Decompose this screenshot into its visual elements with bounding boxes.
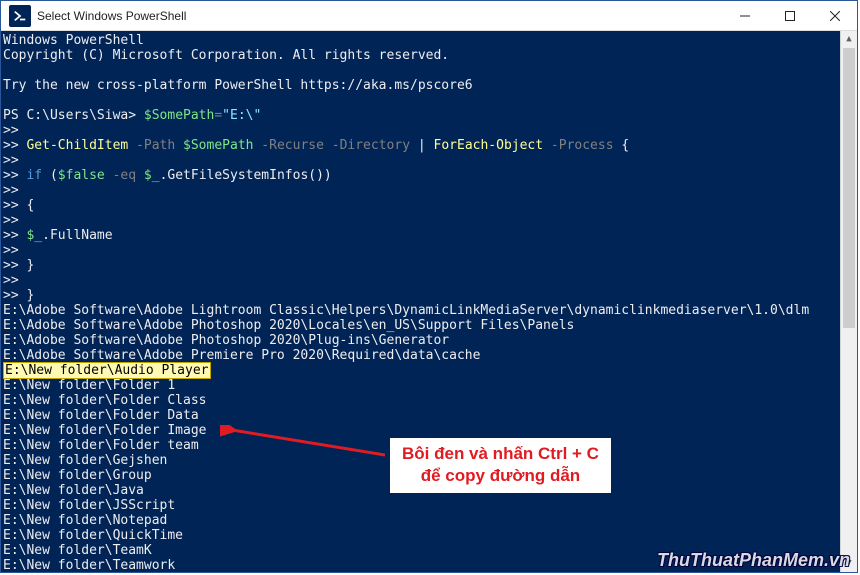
scroll-up-button[interactable]: ▲ xyxy=(841,31,857,48)
minimize-button[interactable] xyxy=(722,1,767,30)
console-output: E:\New folder\Folder Image xyxy=(3,423,838,438)
annotation-line: để copy đường dẫn xyxy=(402,465,599,487)
console-line: Try the new cross-platform PowerShell ht… xyxy=(3,78,838,93)
console-line: >> xyxy=(3,123,838,138)
console-line: >> Get-ChildItem -Path $SomePath -Recurs… xyxy=(3,138,838,153)
annotation-callout: Bôi đen và nhấn Ctrl + C để copy đường d… xyxy=(390,438,611,493)
console-output: E:\New folder\Folder 1 xyxy=(3,378,838,393)
console-line: >> } xyxy=(3,288,838,303)
close-button[interactable] xyxy=(812,1,857,30)
scrollbar-thumb[interactable] xyxy=(843,48,855,328)
console-output: E:\New folder\Folder Class xyxy=(3,393,838,408)
titlebar: Select Windows PowerShell xyxy=(1,1,857,31)
window-controls xyxy=(722,1,857,30)
console-line: >> { xyxy=(3,198,838,213)
window-title: Select Windows PowerShell xyxy=(37,9,722,23)
scrollbar-track[interactable] xyxy=(841,48,857,555)
console-prompt-line: PS C:\Users\Siwa> $SomePath="E:\" xyxy=(3,108,838,123)
console-output: E:\New folder\Folder Data xyxy=(3,408,838,423)
console-line: >> xyxy=(3,273,838,288)
console-output: E:\Adobe Software\Adobe Photoshop 2020\L… xyxy=(3,318,838,333)
console-line: >> } xyxy=(3,258,838,273)
console-line: >> if ($false -eq $_.GetFileSystemInfos(… xyxy=(3,168,838,183)
console-line: Copyright (C) Microsoft Corporation. All… xyxy=(3,48,838,63)
console-line: >> $_.FullName xyxy=(3,228,838,243)
console-line: Windows PowerShell xyxy=(3,33,838,48)
console-output: E:\Adobe Software\Adobe Photoshop 2020\P… xyxy=(3,333,838,348)
console-line: >> xyxy=(3,213,838,228)
console-output: E:\New folder\QuickTime xyxy=(3,528,838,543)
console-output: E:\New folder\JSScript xyxy=(3,498,838,513)
scroll-down-button[interactable]: ▼ xyxy=(841,555,857,572)
console-output: E:\Adobe Software\Adobe Lightroom Classi… xyxy=(3,303,838,318)
console-output: E:\Adobe Software\Adobe Premiere Pro 202… xyxy=(3,348,838,363)
console-line: >> xyxy=(3,183,838,198)
console-output: E:\New folder\TeamK xyxy=(3,543,838,558)
console-line: >> xyxy=(3,153,838,168)
console-output-selected[interactable]: E:\New folder\Audio Player xyxy=(3,363,838,378)
console-output: E:\New folder\Notepad xyxy=(3,513,838,528)
console-line: >> xyxy=(3,243,838,258)
maximize-button[interactable] xyxy=(767,1,812,30)
console-output: E:\New folder\Teamwork xyxy=(3,558,838,572)
annotation-line: Bôi đen và nhấn Ctrl + C xyxy=(402,443,599,465)
vertical-scrollbar[interactable]: ▲ ▼ xyxy=(840,31,857,572)
powershell-icon xyxy=(9,5,31,27)
